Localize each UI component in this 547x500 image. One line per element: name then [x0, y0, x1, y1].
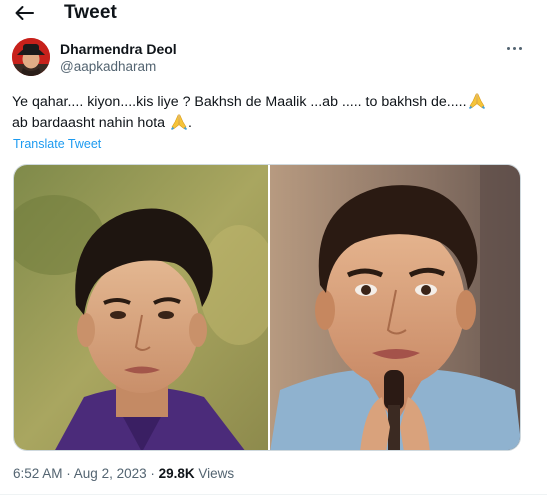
divider: [0, 494, 547, 495]
tweet-metadata: 6:52 AM · Aug 2, 2023 · 29.8K Views: [13, 466, 234, 481]
page-title: Tweet: [64, 2, 117, 23]
tweet-time[interactable]: 6:52 AM: [13, 466, 63, 481]
tweet-text-line-1-content: Ye qahar.... kiyon....kis liye ? Bakhsh …: [12, 94, 467, 110]
tweet-text-line-2: ab bardaasht nahin hota .: [12, 113, 532, 134]
author-display-name[interactable]: Dharmendra Deol: [60, 41, 177, 57]
photo-man-holding-microphone-right[interactable]: [270, 165, 520, 450]
folded-hands-icon: [468, 93, 485, 109]
tweet-text-line-2-end: .: [187, 115, 192, 131]
tweet-text: Ye qahar.... kiyon....kis liye ? Bakhsh …: [12, 92, 532, 134]
translate-tweet-link[interactable]: Translate Tweet: [13, 137, 101, 151]
more-options-icon[interactable]: [503, 38, 525, 58]
tweet-date[interactable]: Aug 2, 2023: [74, 466, 147, 481]
back-arrow-icon[interactable]: [14, 5, 34, 21]
tweet-media: [13, 164, 521, 451]
folded-hands-icon: [170, 114, 188, 130]
tweet-text-line-2-content: ab bardaasht nahin hota: [12, 115, 169, 131]
views-count[interactable]: 29.8K: [159, 466, 195, 481]
avatar[interactable]: [12, 38, 50, 76]
meta-separator: ·: [146, 466, 159, 481]
tweet-text-line-1: Ye qahar.... kiyon....kis liye ? Bakhsh …: [12, 92, 532, 113]
author-handle[interactable]: @aapkadharam: [60, 59, 156, 74]
top-bar: Tweet: [0, 0, 547, 28]
photo-young-man-left[interactable]: [14, 165, 268, 450]
views-label: Views: [194, 466, 235, 481]
meta-separator: ·: [62, 466, 74, 481]
